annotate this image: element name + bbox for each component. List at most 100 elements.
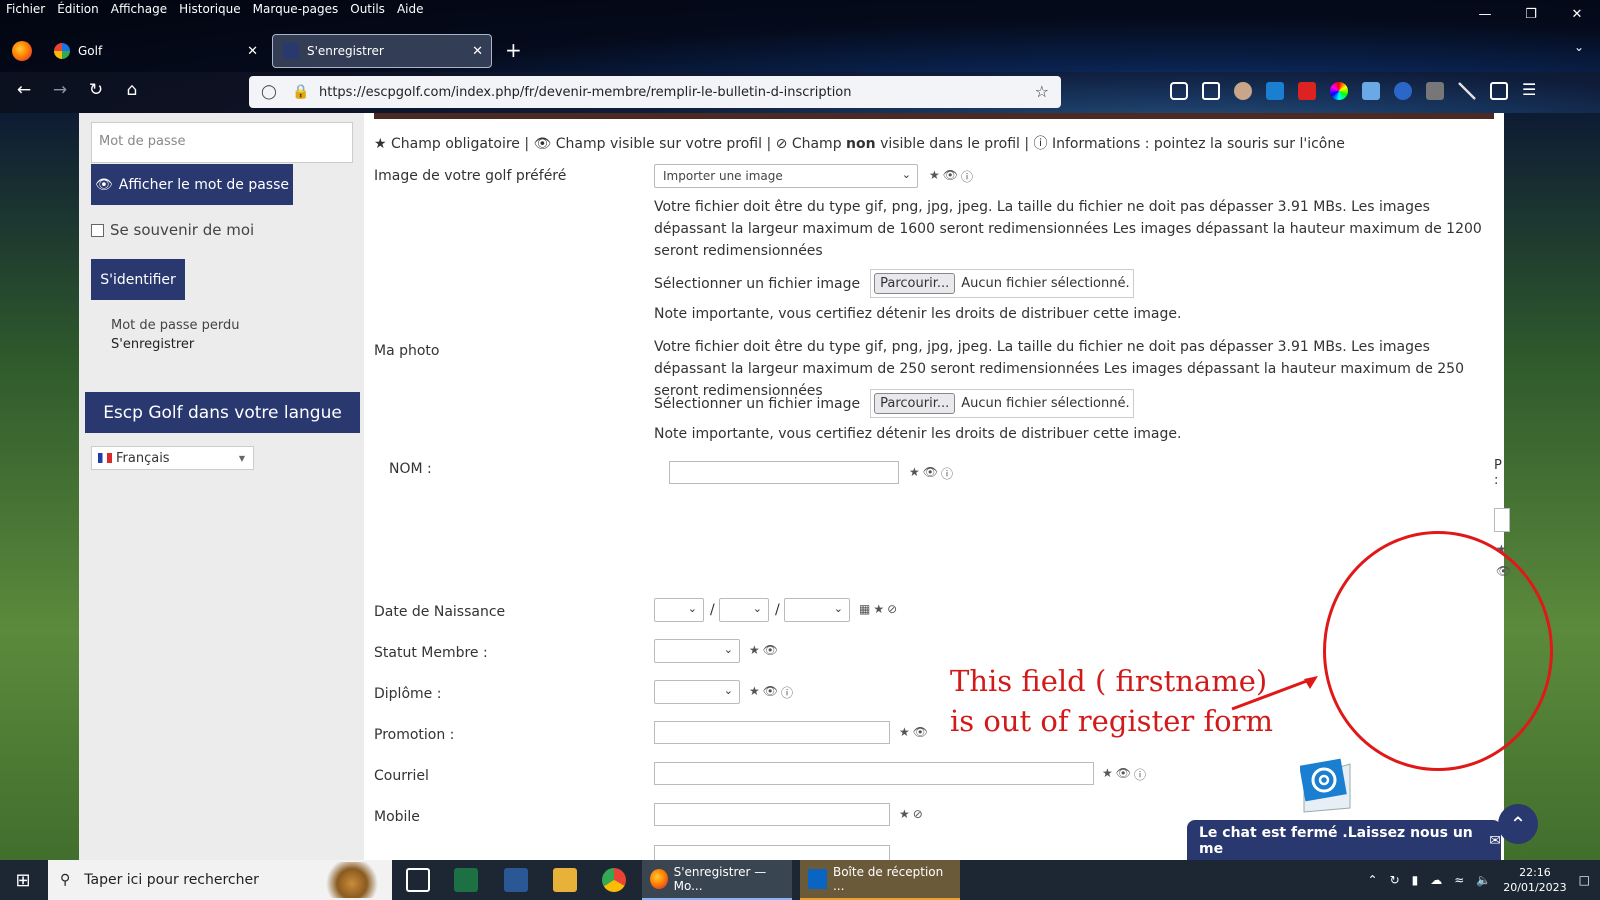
taskbar-search[interactable]: ⚲ Taper ici pour rechercher <box>48 860 392 900</box>
remember-me[interactable]: Se souvenir de moi <box>91 221 254 239</box>
close-window-icon[interactable]: ✕ <box>1554 0 1600 28</box>
windows-start-icon[interactable]: ⊞ <box>0 860 46 900</box>
scroll-to-top-button[interactable]: ⌃ <box>1498 804 1538 844</box>
birth-year-select[interactable]: ⌄ <box>784 598 850 622</box>
vpn-extension-icon[interactable] <box>1394 82 1412 100</box>
firstname-input-fragment[interactable] <box>1494 508 1510 532</box>
taskbar-outlook-app[interactable]: Boîte de réception ... <box>800 860 960 900</box>
close-tab-icon[interactable]: ✕ <box>472 44 483 59</box>
language-select[interactable]: Français ▼ <box>91 446 254 470</box>
star-icon: ★ <box>749 684 760 698</box>
language-selected: Français <box>116 450 170 466</box>
menu-bookmarks[interactable]: Marque-pages <box>247 0 345 22</box>
field-icons: ★ 👁 ⓘ <box>929 168 973 185</box>
taskbar-firefox-app[interactable]: S'enregistrer — Mo... <box>642 860 792 900</box>
show-password-button[interactable]: 👁 Afficher le mot de passe <box>91 164 293 205</box>
restore-icon[interactable]: ❐ <box>1508 0 1554 28</box>
browse-button[interactable]: Parcourir... <box>874 273 956 294</box>
forward-icon[interactable]: → <box>48 80 72 100</box>
birth-day-select[interactable]: ⌄ <box>654 598 704 622</box>
mobile-input[interactable] <box>654 803 890 826</box>
menu-edit[interactable]: Édition <box>51 0 105 22</box>
lock-icon[interactable]: 🔒 <box>289 84 313 100</box>
close-tab-icon[interactable]: ✕ <box>247 44 258 59</box>
hamburger-menu-icon[interactable]: ☰ <box>1522 82 1540 100</box>
status-select[interactable]: ⌄ <box>654 639 740 663</box>
email-badge-icon[interactable] <box>1300 758 1354 816</box>
word-icon[interactable] <box>504 868 528 892</box>
star-icon: ★ <box>899 725 910 739</box>
chevron-down-icon: ⌄ <box>723 684 733 697</box>
no-file-text: Aucun fichier sélectionné. <box>961 276 1130 291</box>
browse-button[interactable]: Parcourir... <box>874 393 956 414</box>
nom-input[interactable] <box>669 461 899 484</box>
promotion-input[interactable] <box>654 721 890 744</box>
reload-icon[interactable]: ↻ <box>84 80 108 100</box>
lost-password-link[interactable]: Mot de passe perdu <box>111 318 240 333</box>
url-text[interactable]: https://escpgolf.com/index.php/fr/deveni… <box>319 85 852 100</box>
wifi-icon[interactable]: ≈ <box>1454 873 1464 887</box>
file-input[interactable]: Parcourir... Aucun fichier sélectionné. <box>870 389 1134 418</box>
register-link[interactable]: S'enregistrer <box>111 337 194 352</box>
notifications-icon[interactable]: □ <box>1579 873 1590 887</box>
chevron-down-icon: ⌄ <box>687 602 697 615</box>
task-view-icon[interactable] <box>406 868 430 892</box>
cloud-icon[interactable]: ☁ <box>1430 873 1442 887</box>
remember-me-checkbox[interactable] <box>91 223 104 237</box>
menu-view[interactable]: Affichage <box>105 0 173 22</box>
volume-icon[interactable]: 🔈 <box>1476 873 1491 887</box>
list-tabs-icon[interactable]: ⌄ <box>1574 40 1584 54</box>
annotation-line-2: is out of register form <box>950 704 1273 738</box>
chrome-icon[interactable] <box>602 868 626 892</box>
profile-extension-icon[interactable] <box>1234 82 1252 100</box>
home-icon[interactable]: ⌂ <box>120 80 144 100</box>
skype-extension-icon[interactable] <box>1266 82 1284 100</box>
pdf-extension-icon[interactable] <box>1298 82 1316 100</box>
field-icons: ★ 👁 ⓘ <box>1102 766 1146 783</box>
info-icon: ⓘ <box>1033 136 1048 152</box>
email-input[interactable] <box>654 762 1094 785</box>
pocket-icon[interactable] <box>1170 82 1188 100</box>
star-icon: ★ <box>749 643 760 657</box>
sync-icon[interactable]: ↻ <box>1390 873 1400 887</box>
file-explorer-icon[interactable] <box>553 868 577 892</box>
diploma-select[interactable]: ⌄ <box>654 680 740 704</box>
color-extension-icon[interactable] <box>1330 82 1348 100</box>
excel-icon[interactable] <box>454 868 478 892</box>
password-input[interactable]: Mot de passe <box>91 122 353 163</box>
next-field-input[interactable] <box>654 845 890 860</box>
battery-icon[interactable]: ▮ <box>1412 873 1419 887</box>
eye-icon: 👁 <box>922 465 938 479</box>
show-password-label: Afficher le mot de passe <box>118 176 289 193</box>
chat-widget[interactable]: Le chat est fermé .Laissez nous un me ✉ <box>1187 820 1501 862</box>
minimize-icon[interactable]: — <box>1462 0 1508 28</box>
golf-image-select[interactable]: Importer une image ⌄ <box>654 164 918 188</box>
birth-month-select[interactable]: ⌄ <box>719 598 769 622</box>
pen-extension-icon[interactable] <box>1458 82 1476 100</box>
eye-icon: 👁 <box>533 136 552 152</box>
firefox-icon <box>650 869 668 889</box>
menu-tools[interactable]: Outils <box>344 0 391 22</box>
reader-view-icon[interactable] <box>1202 82 1220 100</box>
lock-extension-icon[interactable] <box>1426 82 1444 100</box>
chevron-up-icon[interactable]: ⌃ <box>1368 873 1378 887</box>
shield-icon[interactable]: ◯ <box>257 84 281 100</box>
url-bar[interactable]: ◯ 🔒 https://escpgolf.com/index.php/fr/de… <box>249 76 1061 108</box>
calendar-icon[interactable]: ▦ <box>859 602 870 616</box>
eye-icon: 👁 <box>762 643 778 657</box>
clock[interactable]: 22:16 20/01/2023 <box>1503 865 1566 895</box>
menu-file[interactable]: Fichier <box>0 0 51 22</box>
back-icon[interactable]: ← <box>12 80 36 100</box>
tab-golf[interactable]: Golf ✕ <box>44 34 266 68</box>
copy-extension-icon[interactable] <box>1362 82 1380 100</box>
menu-help[interactable]: Aide <box>391 0 430 22</box>
tab-register[interactable]: S'enregistrer ✕ <box>272 34 492 68</box>
bookmark-star-icon[interactable]: ☆ <box>1035 82 1049 101</box>
menu-history[interactable]: Historique <box>173 0 247 22</box>
date-separator: / <box>710 602 715 618</box>
new-tab-icon[interactable]: + <box>505 38 522 62</box>
file-input[interactable]: Parcourir... Aucun fichier sélectionné. <box>870 269 1134 298</box>
info-icon: ⓘ <box>1134 768 1147 782</box>
extensions-icon[interactable] <box>1490 82 1508 100</box>
login-button[interactable]: S'identifier <box>91 259 185 300</box>
